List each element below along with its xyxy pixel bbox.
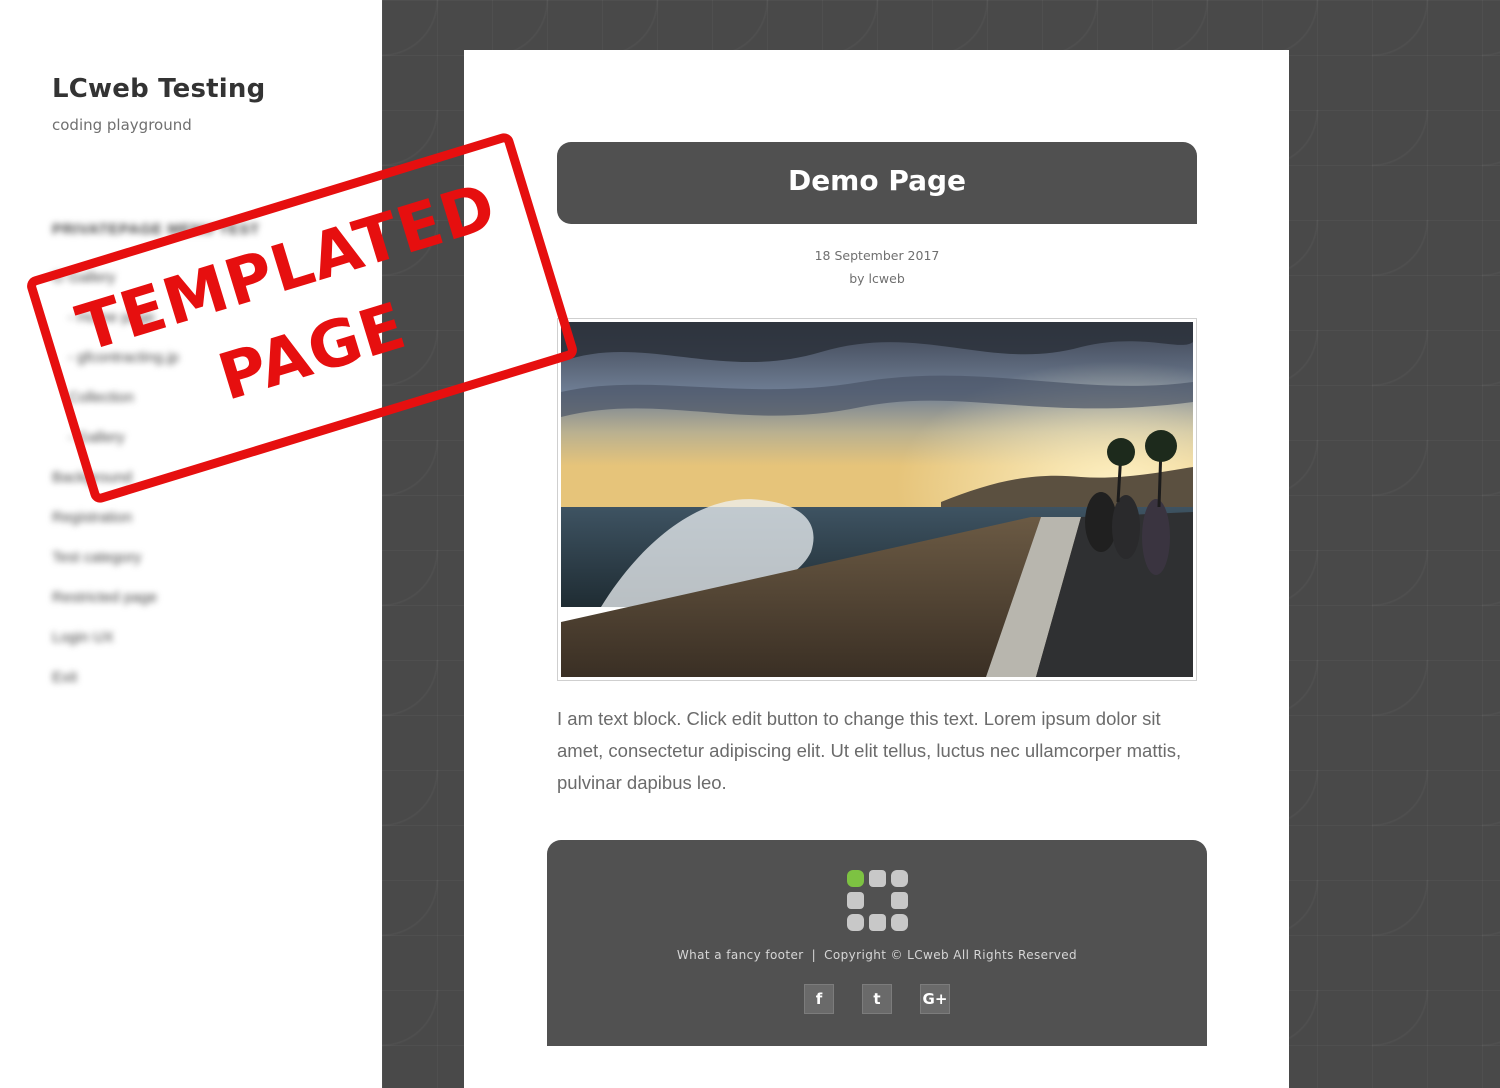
google-plus-icon: G+ (922, 990, 948, 1008)
menu-item[interactable]: - Gallery (68, 429, 125, 446)
menu-item[interactable]: Restricted page (52, 589, 157, 606)
menu-item[interactable]: - gfcontracting.jp (68, 349, 179, 366)
site-tagline: coding playground (52, 116, 192, 134)
facebook-icon: f (815, 990, 823, 1008)
footer-tagline: What a fancy footer (676, 948, 804, 962)
menu-item[interactable]: - Home page (68, 309, 155, 326)
footer-copyright: What a fancy footer | Copyright © LCweb Al… (547, 948, 1207, 962)
menu-item-heading[interactable]: PRIVATEPAGE MENU TEST (52, 221, 260, 238)
twitter-button[interactable]: t (862, 984, 892, 1014)
text-block: I am text block. Click edit button to ch… (557, 708, 1182, 793)
footer: What a fancy footer | Copyright © LCweb Al… (547, 840, 1207, 1046)
footer-separator: | (811, 948, 817, 962)
page-title: Demo Page (787, 164, 967, 197)
menu-item[interactable]: G Gallery (52, 269, 115, 286)
sunset-seaside-photo (561, 322, 1193, 677)
menu-item[interactable]: Background (52, 469, 132, 486)
facebook-button[interactable]: f (804, 984, 834, 1014)
menu-item[interactable]: Registration (52, 509, 132, 526)
site-logo-icon (847, 870, 908, 931)
menu-item[interactable]: Test category (52, 549, 141, 566)
sidebar: LCweb Testing coding playground PRIVATEP… (0, 0, 382, 1088)
google-plus-button[interactable]: G+ (920, 984, 950, 1014)
twitter-icon: t (873, 990, 881, 1008)
page-title-bar: Demo Page (557, 142, 1197, 224)
post-date: 18 September 2017 (814, 248, 940, 263)
featured-image (557, 318, 1197, 681)
copyright-text: Copyright © LCweb All Rights Reserved (824, 948, 1078, 962)
menu-item[interactable]: Login UX (52, 629, 114, 646)
post-author[interactable]: by lcweb (557, 271, 1197, 286)
site-title[interactable]: LCweb Testing (52, 74, 265, 104)
content-area: Demo Page 18 September 2017 by lcweb I a… (464, 50, 1289, 1088)
menu-item[interactable]: Collection (68, 389, 134, 406)
menu-item[interactable]: Exit (52, 669, 77, 686)
